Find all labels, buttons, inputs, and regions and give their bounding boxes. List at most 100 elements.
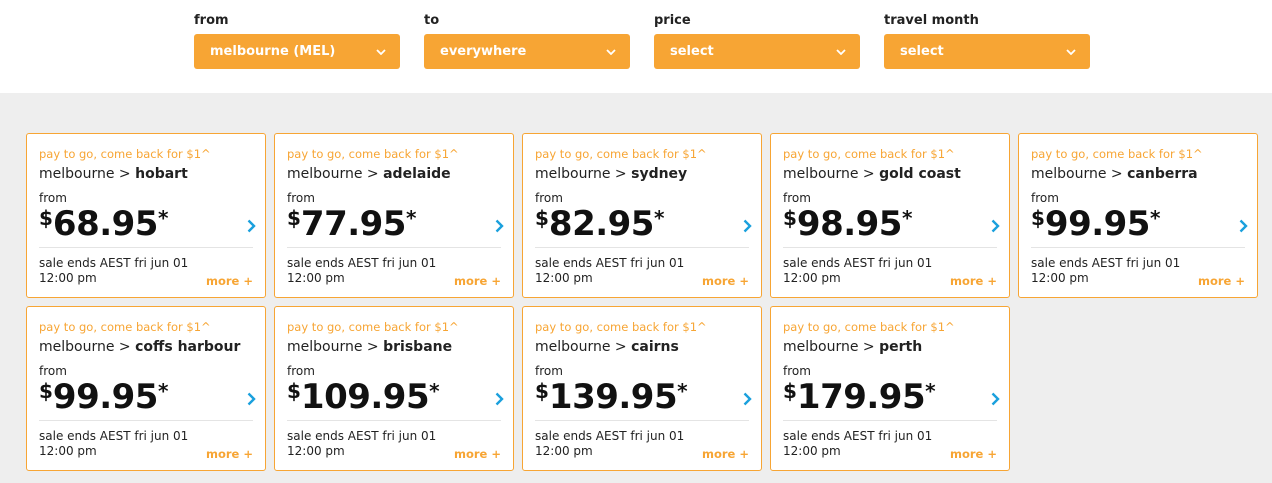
filter-price: price select (654, 12, 860, 69)
deal-price-amount: 98.95 (796, 204, 903, 244)
to-select-value: everywhere (440, 44, 527, 59)
deal-destination: canberra (1127, 166, 1198, 182)
route-separator: > (862, 166, 875, 182)
deal-divider (783, 247, 997, 248)
chevron-right-icon[interactable] (1237, 218, 1249, 234)
deal-more-link[interactable]: more + (1198, 274, 1245, 288)
deal-sale-ends: sale ends AEST fri jun 01 12:00 pm (39, 429, 219, 459)
deal-more-link[interactable]: more + (454, 274, 501, 288)
deal-price: $179.95* (783, 377, 936, 423)
deal-destination: adelaide (383, 166, 451, 182)
deal-more-link[interactable]: more + (702, 447, 749, 461)
deal-sale-ends-time: 12:00 pm (287, 271, 345, 285)
deal-price-asterisk: * (1149, 206, 1161, 230)
deal-sale-ends-date: sale ends AEST fri jun 01 (783, 429, 933, 443)
chevron-down-icon (834, 34, 848, 69)
deal-origin: melbourne (783, 166, 859, 182)
route-separator: > (1110, 166, 1123, 182)
deal-price-asterisk: * (429, 379, 440, 403)
deal-card[interactable]: pay to go, come back for $1^ melbourne >… (522, 306, 762, 471)
deal-card[interactable]: pay to go, come back for $1^ melbourne >… (274, 306, 514, 471)
chevron-down-icon (1064, 34, 1078, 69)
deal-price-asterisk: * (653, 206, 665, 230)
deal-price-asterisk: * (157, 206, 169, 230)
deal-card[interactable]: pay to go, come back for $1^ melbourne >… (26, 306, 266, 471)
deal-price-amount: 82.95 (548, 204, 655, 244)
to-select[interactable]: everywhere (424, 34, 630, 69)
deal-route: melbourne > sydney (535, 166, 687, 182)
deal-more-link[interactable]: more + (950, 274, 997, 288)
deal-card[interactable]: pay to go, come back for $1^ melbourne >… (770, 306, 1010, 471)
deal-origin: melbourne (535, 339, 611, 355)
deal-card[interactable]: pay to go, come back for $1^ melbourne >… (522, 133, 762, 298)
travel-month-select-value: select (900, 44, 944, 59)
deal-price-asterisk: * (405, 206, 417, 230)
deal-route: melbourne > hobart (39, 166, 188, 182)
deal-promo: pay to go, come back for $1^ (287, 147, 459, 161)
deal-from-label: from (783, 364, 811, 378)
from-select[interactable]: melbourne (MEL) (194, 34, 400, 69)
chevron-right-icon[interactable] (989, 391, 1001, 407)
deal-promo: pay to go, come back for $1^ (39, 320, 211, 334)
deal-route: melbourne > gold coast (783, 166, 961, 182)
deal-price: $99.95* (39, 377, 168, 423)
deal-more-link[interactable]: more + (206, 447, 253, 461)
deal-more-link[interactable]: more + (702, 274, 749, 288)
deal-price-amount: 68.95 (52, 204, 159, 244)
deal-divider (287, 420, 501, 421)
deal-sale-ends: sale ends AEST fri jun 01 12:00 pm (783, 429, 963, 459)
deal-price-amount: 139.95 (548, 377, 678, 417)
deal-origin: melbourne (783, 339, 859, 355)
chevron-right-icon[interactable] (245, 218, 257, 234)
deal-from-label: from (287, 364, 315, 378)
deal-origin: melbourne (1031, 166, 1107, 182)
deal-promo: pay to go, come back for $1^ (535, 320, 707, 334)
deal-price-asterisk: * (925, 379, 936, 403)
deal-sale-ends-date: sale ends AEST fri jun 01 (1031, 256, 1181, 270)
deal-from-label: from (287, 191, 315, 205)
chevron-right-icon[interactable] (741, 218, 753, 234)
deal-promo: pay to go, come back for $1^ (535, 147, 707, 161)
deal-card[interactable]: pay to go, come back for $1^ melbourne >… (26, 133, 266, 298)
deal-price-asterisk: * (677, 379, 688, 403)
travel-month-select[interactable]: select (884, 34, 1090, 69)
chevron-right-icon[interactable] (741, 391, 753, 407)
deal-divider (783, 420, 997, 421)
deal-card[interactable]: pay to go, come back for $1^ melbourne >… (274, 133, 514, 298)
deal-from-label: from (1031, 191, 1059, 205)
deal-price-amount: 179.95 (796, 377, 926, 417)
chevron-right-icon[interactable] (493, 218, 505, 234)
deal-origin: melbourne (39, 339, 115, 355)
price-select[interactable]: select (654, 34, 860, 69)
deal-promo: pay to go, come back for $1^ (783, 320, 955, 334)
chevron-right-icon[interactable] (493, 391, 505, 407)
chevron-right-icon[interactable] (245, 391, 257, 407)
deal-sale-ends: sale ends AEST fri jun 01 12:00 pm (783, 256, 963, 286)
deal-more-link[interactable]: more + (950, 447, 997, 461)
deal-divider (39, 247, 253, 248)
route-separator: > (614, 339, 627, 355)
deal-sale-ends: sale ends AEST fri jun 01 12:00 pm (1031, 256, 1211, 286)
deal-card[interactable]: pay to go, come back for $1^ melbourne >… (1018, 133, 1258, 298)
deal-sale-ends-date: sale ends AEST fri jun 01 (287, 256, 437, 270)
from-select-value: melbourne (MEL) (210, 44, 336, 59)
deal-card[interactable]: pay to go, come back for $1^ melbourne >… (770, 133, 1010, 298)
deal-more-link[interactable]: more + (454, 447, 501, 461)
deal-more-link[interactable]: more + (206, 274, 253, 288)
deal-route: melbourne > perth (783, 339, 922, 355)
deal-divider (39, 420, 253, 421)
filter-label: from (194, 13, 229, 28)
deal-divider (287, 247, 501, 248)
price-select-value: select (670, 44, 714, 59)
deal-price: $139.95* (535, 377, 688, 423)
deal-divider (1031, 247, 1245, 248)
filter-from: from melbourne (MEL) (194, 12, 400, 69)
deal-price: $68.95* (39, 204, 168, 250)
deal-currency: $ (39, 379, 53, 403)
chevron-right-icon[interactable] (989, 218, 1001, 234)
deal-sale-ends-time: 12:00 pm (535, 444, 593, 458)
deal-price-amount: 77.95 (300, 204, 407, 244)
deal-origin: melbourne (287, 339, 363, 355)
chevron-down-icon (604, 34, 618, 69)
deal-from-label: from (783, 191, 811, 205)
